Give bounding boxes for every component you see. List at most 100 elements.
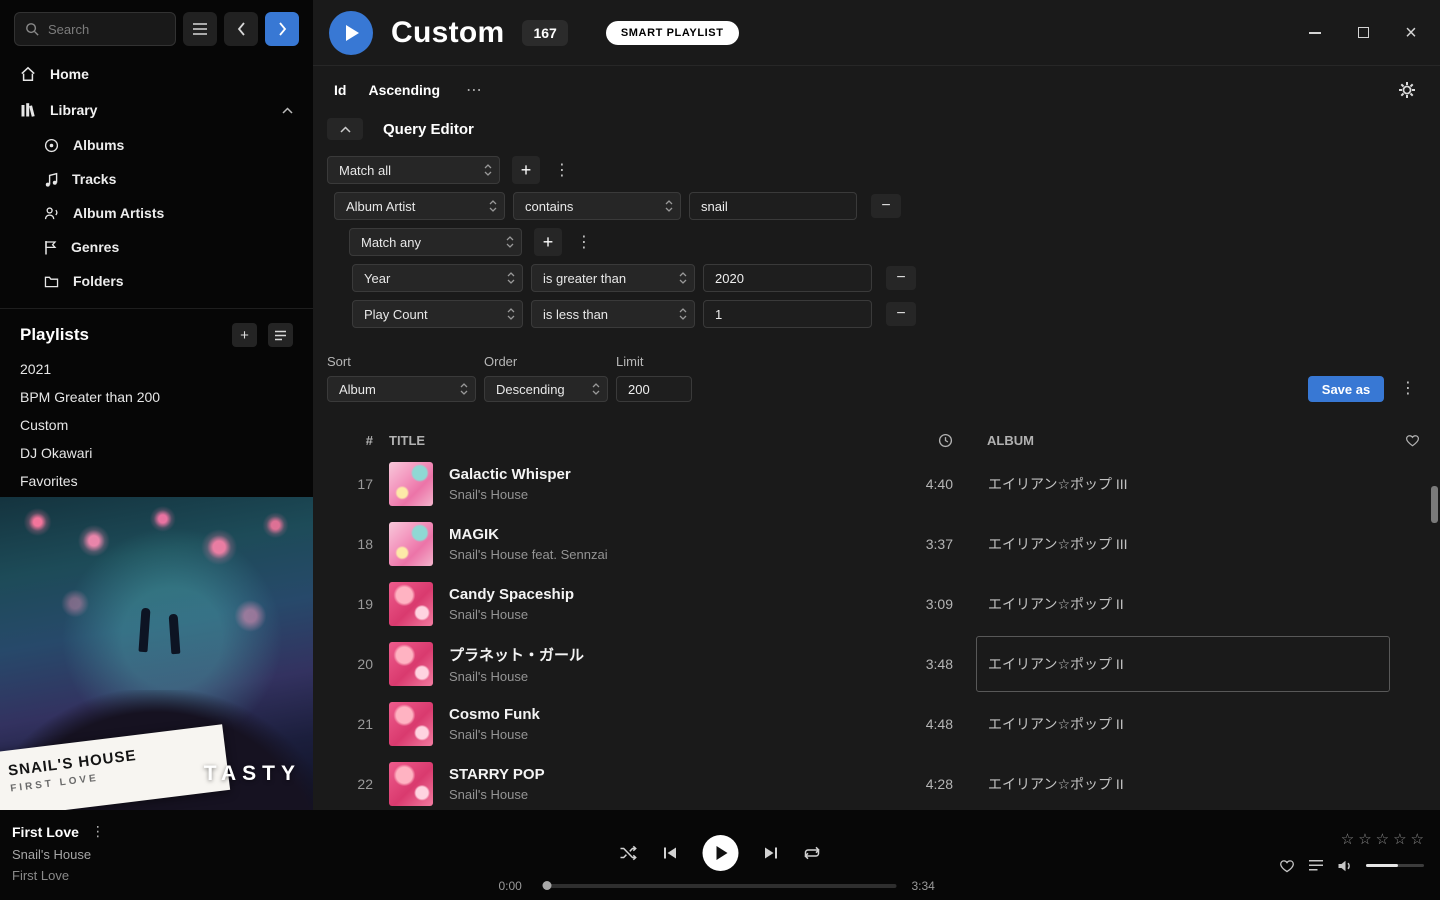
scrollbar-thumb[interactable] bbox=[1431, 486, 1438, 523]
group-menu-button[interactable]: ⋮ bbox=[554, 160, 568, 180]
now-playing-cover[interactable]: SNAIL'S HOUSE FIRST LOVE TASTY bbox=[0, 497, 313, 810]
order-select[interactable]: Descending bbox=[484, 376, 608, 402]
close-button[interactable]: × bbox=[1402, 24, 1420, 42]
track-row[interactable]: 22 STARRY POP Snail's House 4:28 エイリアン☆ポ… bbox=[313, 754, 1440, 814]
sort-more-button[interactable]: ⋯ bbox=[466, 80, 484, 100]
sort-field-button[interactable]: Id bbox=[334, 82, 346, 98]
now-playing-menu-button[interactable]: ⋮ bbox=[91, 823, 105, 840]
settings-button[interactable] bbox=[1398, 81, 1416, 99]
track-row[interactable]: 21 Cosmo Funk Snail's House 4:48 エイリアン☆ポ… bbox=[313, 694, 1440, 754]
play-pause-button[interactable] bbox=[703, 835, 739, 871]
now-playing-info: First Love ⋮ Snail's House First Love bbox=[12, 823, 105, 883]
playlist-item-favorites[interactable]: Favorites bbox=[0, 467, 313, 495]
rule-value-input[interactable] bbox=[689, 192, 857, 220]
select-value: contains bbox=[525, 199, 573, 214]
minimize-button[interactable] bbox=[1306, 24, 1324, 42]
save-menu-button[interactable]: ⋮ bbox=[1400, 378, 1416, 398]
match-all-select[interactable]: Match all bbox=[327, 156, 500, 184]
track-row[interactable]: 19 Candy Spaceship Snail's House 3:09 エイ… bbox=[313, 574, 1440, 634]
volume-slider[interactable] bbox=[1366, 864, 1424, 867]
chevron-up-icon bbox=[340, 126, 351, 133]
repeat-button[interactable] bbox=[804, 845, 821, 861]
star-icon[interactable]: ☆ bbox=[1411, 830, 1424, 848]
sort-column: Sort Album bbox=[327, 354, 476, 402]
playlist-item-dj-okawari[interactable]: DJ Okawari bbox=[0, 439, 313, 467]
sidebar-item-folders[interactable]: Folders bbox=[0, 264, 313, 298]
remove-rule-button[interactable]: − bbox=[871, 194, 901, 218]
sidebar-item-album-artists[interactable]: Album Artists bbox=[0, 196, 313, 230]
remove-rule-button[interactable]: − bbox=[886, 302, 916, 326]
match-any-select[interactable]: Match any bbox=[349, 228, 522, 256]
track-row[interactable]: 20 プラネット・ガール Snail's House 3:48 エイリアン☆ポッ… bbox=[313, 634, 1440, 694]
sidebar-item-albums[interactable]: Albums bbox=[0, 128, 313, 162]
album-thumbnail bbox=[389, 582, 433, 626]
add-playlist-button[interactable]: + bbox=[232, 323, 257, 347]
search-icon bbox=[25, 22, 40, 37]
search-box[interactable] bbox=[14, 12, 176, 46]
rule-field-select[interactable]: Play Count bbox=[352, 300, 523, 328]
column-header-title[interactable]: TITLE bbox=[373, 433, 893, 448]
collapse-query-editor-button[interactable] bbox=[327, 118, 363, 140]
select-arrows-icon bbox=[507, 307, 515, 321]
star-icon[interactable]: ☆ bbox=[1376, 830, 1389, 848]
star-icon[interactable]: ☆ bbox=[1358, 830, 1371, 848]
limit-input[interactable] bbox=[616, 376, 692, 402]
star-icon[interactable]: ☆ bbox=[1341, 830, 1354, 848]
play-playlist-button[interactable] bbox=[329, 11, 373, 55]
remove-rule-button[interactable]: − bbox=[886, 266, 916, 290]
rule-value-input[interactable] bbox=[703, 300, 872, 328]
track-row[interactable]: 17 Galactic Whisper Snail's House 4:40 エ… bbox=[313, 454, 1440, 514]
sidebar-item-library[interactable]: Library bbox=[0, 92, 313, 128]
column-header-duration[interactable] bbox=[893, 433, 953, 448]
sidebar-item-label: Library bbox=[50, 102, 97, 118]
rule-operator-select[interactable]: is greater than bbox=[531, 264, 695, 292]
track-title-cell: プラネット・ガール Snail's House bbox=[433, 644, 893, 684]
volume-button[interactable] bbox=[1337, 859, 1353, 873]
playlist-list-button[interactable] bbox=[268, 323, 293, 347]
track-row[interactable]: 18 MAGIK Snail's House feat. Sennzai 3:3… bbox=[313, 514, 1440, 574]
scrollbar[interactable] bbox=[1431, 456, 1439, 810]
subgroup-menu-button[interactable]: ⋮ bbox=[576, 232, 590, 252]
search-input[interactable] bbox=[48, 22, 165, 37]
seek-handle[interactable] bbox=[543, 881, 552, 890]
seek-bar[interactable] bbox=[544, 884, 897, 888]
rule-field-select[interactable]: Year bbox=[352, 264, 523, 292]
queue-button[interactable] bbox=[1308, 859, 1324, 872]
next-track-button[interactable] bbox=[764, 846, 779, 860]
sidebar-item-tracks[interactable]: Tracks bbox=[0, 162, 313, 196]
favorite-button[interactable] bbox=[1279, 858, 1295, 873]
track-number: 19 bbox=[313, 596, 373, 612]
rule-field-select[interactable]: Album Artist bbox=[334, 192, 505, 220]
playlist-item-custom[interactable]: Custom bbox=[0, 411, 313, 439]
track-album: エイリアン☆ポップ III bbox=[976, 516, 1390, 572]
add-rule-button[interactable]: + bbox=[512, 156, 540, 184]
sort-select[interactable]: Album bbox=[327, 376, 476, 402]
rule-operator-select[interactable]: is less than bbox=[531, 300, 695, 328]
maximize-button[interactable] bbox=[1354, 24, 1372, 42]
sort-direction-button[interactable]: Ascending bbox=[368, 82, 440, 98]
playlist-item-bpm[interactable]: BPM Greater than 200 bbox=[0, 383, 313, 411]
star-icon[interactable]: ☆ bbox=[1393, 830, 1406, 848]
track-album-selected[interactable]: エイリアン☆ポップ II bbox=[976, 636, 1390, 692]
sidebar-item-home[interactable]: Home bbox=[0, 56, 313, 92]
menu-button[interactable] bbox=[183, 12, 217, 46]
track-table: # TITLE ALBUM 17 Galactic Whisper S bbox=[313, 426, 1440, 814]
playlist-header: Custom 167 SMART PLAYLIST × bbox=[313, 0, 1440, 66]
shuffle-button[interactable] bbox=[620, 845, 638, 861]
column-header-album[interactable]: ALBUM bbox=[976, 433, 1390, 448]
save-as-button[interactable]: Save as bbox=[1308, 376, 1384, 402]
select-arrows-icon bbox=[506, 235, 514, 249]
column-header-number[interactable]: # bbox=[313, 433, 373, 448]
rule-value-input[interactable] bbox=[703, 264, 872, 292]
previous-track-button[interactable] bbox=[663, 846, 678, 860]
track-number: 17 bbox=[313, 476, 373, 492]
playlist-item-2021[interactable]: 2021 bbox=[0, 355, 313, 383]
sidebar-item-genres[interactable]: Genres bbox=[0, 230, 313, 264]
album-thumbnail bbox=[389, 702, 433, 746]
column-header-favorite[interactable] bbox=[1390, 433, 1440, 447]
nav-forward-button[interactable] bbox=[265, 12, 299, 46]
nav-back-button[interactable] bbox=[224, 12, 258, 46]
add-subrule-button[interactable]: + bbox=[534, 228, 562, 256]
rule-operator-select[interactable]: contains bbox=[513, 192, 681, 220]
album-thumbnail bbox=[389, 462, 433, 506]
